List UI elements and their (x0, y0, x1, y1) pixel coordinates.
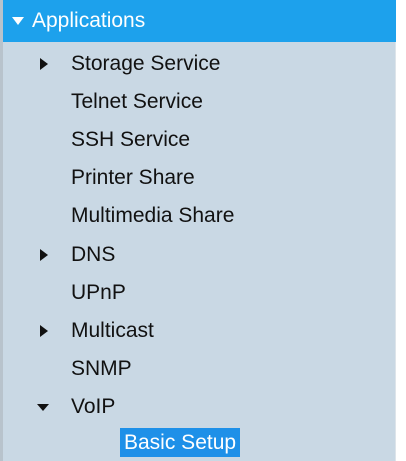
applications-section-header[interactable]: Applications (3, 0, 396, 42)
menu-item-dns[interactable]: DNS (3, 237, 396, 273)
menu-item-multicast[interactable]: Multicast (3, 313, 396, 349)
menu-item-label: Telnet Service (71, 90, 203, 113)
expand-arrow-icon (40, 249, 48, 261)
menu-item-voip[interactable]: VoIP (3, 389, 396, 425)
menu-item-storage-service[interactable]: Storage Service (3, 46, 396, 82)
expand-arrow-icon (40, 58, 48, 70)
menu-item-telnet-service[interactable]: Telnet Service (3, 84, 396, 120)
menu-item-upnp[interactable]: UPnP (3, 275, 396, 311)
menu-item-label: SNMP (71, 357, 132, 380)
menu-item-label: SSH Service (71, 128, 191, 151)
menu-item-printer-share[interactable]: Printer Share (3, 160, 396, 196)
menu-item-label: Printer Share (71, 166, 195, 189)
expand-arrow-icon (40, 325, 48, 337)
menu-item-label: Multimedia Share (71, 204, 235, 227)
menu-item-label: UPnP (71, 281, 126, 304)
section-title: Applications (32, 9, 146, 32)
menu-item-snmp[interactable]: SNMP (3, 351, 396, 387)
caret-down-icon (12, 17, 24, 25)
menu-item-label: DNS (71, 243, 116, 266)
menu-item-label: VoIP (71, 395, 116, 418)
navigation-menu: Applications Storage Service Telnet Serv… (0, 0, 396, 461)
menu-item-ssh-service[interactable]: SSH Service (3, 122, 396, 158)
submenu-item-label: Basic Setup (124, 430, 237, 454)
menu-item-label: Storage Service (71, 52, 221, 75)
submenu-item-basic-setup[interactable]: Basic Setup (120, 428, 241, 457)
menu-item-label: Multicast (71, 319, 154, 342)
menu-item-multimedia-share[interactable]: Multimedia Share (3, 198, 396, 234)
collapse-arrow-icon (37, 404, 49, 411)
